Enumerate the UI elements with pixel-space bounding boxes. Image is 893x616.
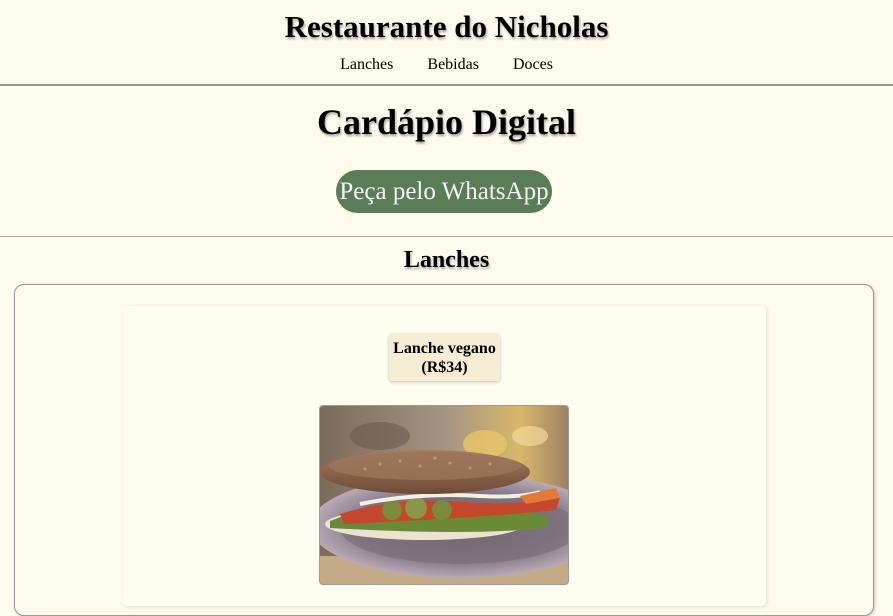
product-price: (R$34) (421, 359, 468, 376)
nav-link-doces[interactable]: Doces (513, 56, 553, 73)
whatsapp-order-button[interactable]: Peça pelo WhatsApp (336, 170, 552, 213)
site-header: Restaurante do Nicholas Lanches Bebidas … (0, 0, 893, 86)
vegan-sandwich-photo (319, 405, 569, 585)
nav-link-lanches[interactable]: Lanches (340, 56, 393, 73)
product-name: Lanche vegano (393, 340, 496, 357)
section-divider (0, 236, 893, 237)
page-heading: Cardápio Digital (316, 102, 576, 142)
section-title-lanches: Lanches (403, 247, 490, 273)
product-label: Lanche vegano (R$34) (389, 334, 500, 381)
nav-link-bebidas[interactable]: Bebidas (427, 56, 479, 73)
main-nav: Lanches Bebidas Doces (0, 55, 893, 75)
site-title: Restaurante do Nicholas (284, 9, 609, 44)
